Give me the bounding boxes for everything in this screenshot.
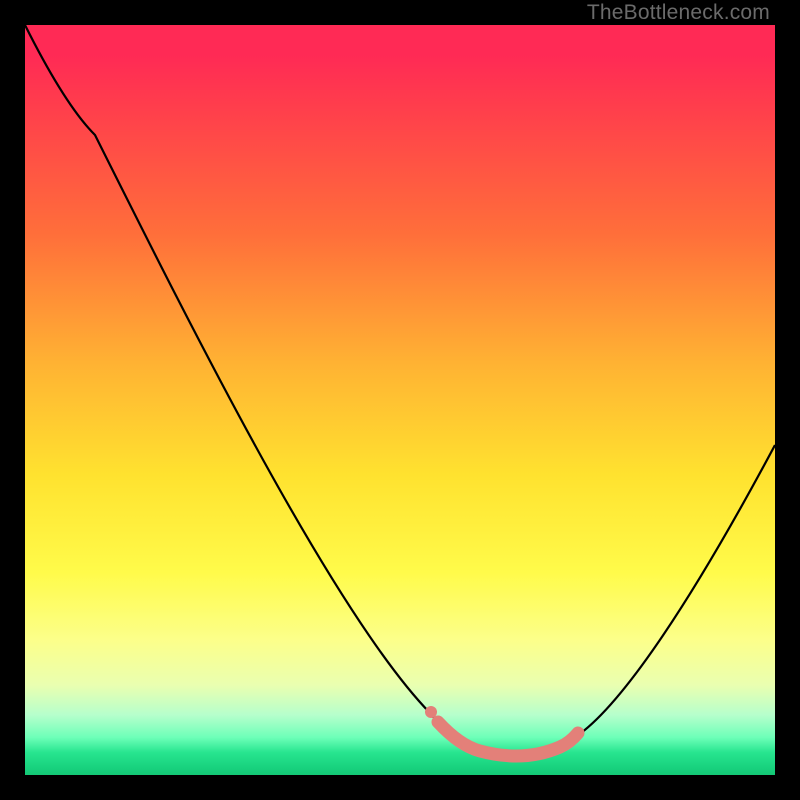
sweet-spot-highlight <box>438 722 578 756</box>
curve-layer <box>25 25 775 775</box>
attribution-text: TheBottleneck.com <box>587 1 770 25</box>
plot-area <box>25 25 775 775</box>
bottleneck-curve <box>25 25 775 754</box>
sweet-spot-start-dot <box>425 706 437 718</box>
chart-stage: TheBottleneck.com <box>0 0 800 800</box>
